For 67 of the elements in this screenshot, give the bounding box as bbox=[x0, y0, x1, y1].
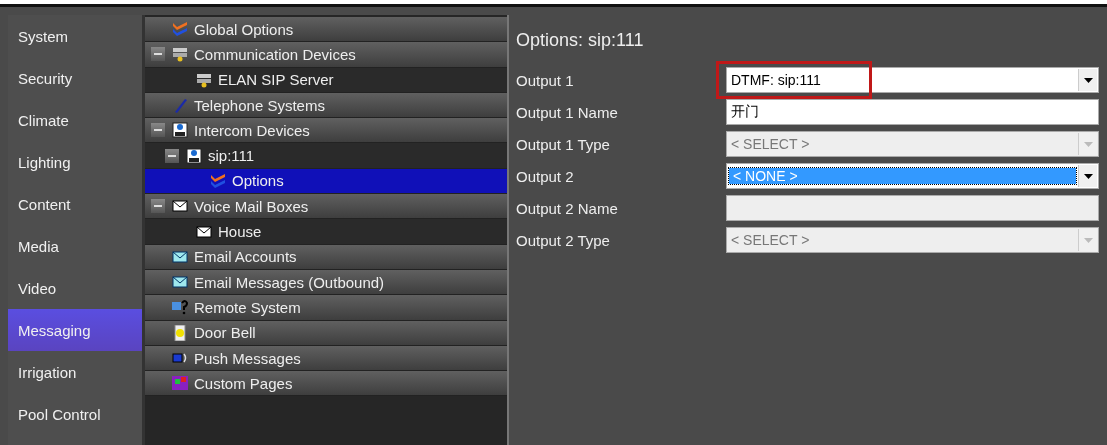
field-label: Output 2 Name bbox=[516, 199, 619, 217]
tree-item-label: ELAN SIP Server bbox=[218, 71, 334, 89]
collapse-toggle[interactable] bbox=[151, 47, 165, 62]
tree-item-label: Email Messages (Outbound) bbox=[194, 273, 385, 291]
sidebar-item[interactable]: Media bbox=[8, 225, 142, 267]
tree-item-label: Push Messages bbox=[194, 349, 301, 367]
collapse-toggle[interactable] bbox=[165, 148, 179, 163]
tree-item-label: Options bbox=[232, 172, 284, 190]
tree-item[interactable]: Voice Mail Boxes bbox=[145, 194, 507, 220]
dropdown[interactable]: DTMF: sip:111 bbox=[726, 67, 1099, 93]
envelope-icon bbox=[195, 223, 213, 240]
sidebar-item[interactable]: Pool Control bbox=[8, 393, 142, 435]
tree-item[interactable]: ELAN SIP Server bbox=[145, 67, 507, 93]
tree-item-label: Communication Devices bbox=[194, 45, 356, 63]
options-title: Options: sip:111 bbox=[516, 30, 645, 51]
tree-item-label: Global Options bbox=[194, 20, 294, 38]
envelope-icon bbox=[171, 248, 189, 265]
field-label: Output 1 Name bbox=[516, 103, 619, 121]
doorbell-icon bbox=[171, 324, 189, 341]
tree-item[interactable]: Remote System bbox=[145, 295, 507, 321]
collapse-toggle[interactable] bbox=[151, 123, 165, 138]
tree-item[interactable]: Email Messages (Outbound) bbox=[145, 269, 507, 296]
computer-signal-icon bbox=[171, 350, 189, 366]
envelope-icon bbox=[171, 274, 189, 291]
intercom-icon bbox=[185, 147, 203, 164]
sidebar-item[interactable]: System bbox=[8, 15, 142, 57]
tree-item[interactable]: House bbox=[145, 219, 507, 245]
text-field[interactable]: 开门 bbox=[726, 99, 1099, 125]
tree-item[interactable]: Options bbox=[145, 168, 507, 195]
checkmark-icon bbox=[171, 21, 189, 38]
tree-item-label: Telephone Systems bbox=[194, 96, 325, 114]
sidebar-item[interactable]: Lighting bbox=[8, 141, 142, 183]
field-label: Output 2 Type bbox=[516, 231, 611, 249]
tree-item-label: House bbox=[218, 223, 262, 240]
computer-question-icon bbox=[171, 299, 189, 316]
tree-item[interactable]: Push Messages bbox=[145, 345, 507, 372]
tree-item-label: Intercom Devices bbox=[194, 121, 310, 139]
tree-item-label: sip:111 bbox=[208, 147, 255, 165]
tree-item[interactable]: sip:111 bbox=[145, 143, 507, 169]
collapse-toggle[interactable] bbox=[151, 199, 165, 214]
tree-item[interactable]: Door Bell bbox=[145, 320, 507, 346]
tree-item-label: Email Accounts bbox=[194, 248, 297, 266]
field-label: Output 1 Type bbox=[516, 135, 611, 153]
tree-item[interactable]: Communication Devices bbox=[145, 42, 507, 68]
tree-item-label: Custom Pages bbox=[194, 374, 293, 392]
tree-item-label: Voice Mail Boxes bbox=[194, 197, 309, 215]
field-label: Output 2 bbox=[516, 167, 575, 185]
pages-icon bbox=[171, 375, 189, 392]
tree-item[interactable]: Intercom Devices bbox=[145, 118, 507, 144]
field-label: Output 1 bbox=[516, 71, 575, 89]
intercom-icon bbox=[171, 122, 189, 139]
sidebar-item[interactable]: Irrigation bbox=[8, 351, 142, 393]
sidebar-item[interactable]: Security bbox=[8, 57, 142, 99]
tree-item[interactable]: Global Options bbox=[145, 17, 507, 43]
server-icon bbox=[195, 71, 213, 88]
sidebar-item[interactable]: Climate bbox=[8, 99, 142, 141]
tree-item[interactable]: Email Accounts bbox=[145, 244, 507, 270]
sidebar-item[interactable]: Messaging bbox=[8, 309, 142, 351]
tree-item[interactable]: Custom Pages bbox=[145, 371, 507, 397]
tree-item-label: Remote System bbox=[194, 298, 301, 316]
server-icon bbox=[171, 46, 189, 63]
tree-item[interactable]: Telephone Systems bbox=[145, 92, 507, 119]
sidebar-item[interactable]: Video bbox=[8, 267, 142, 309]
checkmark-icon bbox=[209, 172, 227, 189]
tree-item-label: Door Bell bbox=[194, 324, 256, 342]
sidebar-item[interactable]: Content bbox=[8, 183, 142, 225]
envelope-icon bbox=[171, 198, 189, 215]
